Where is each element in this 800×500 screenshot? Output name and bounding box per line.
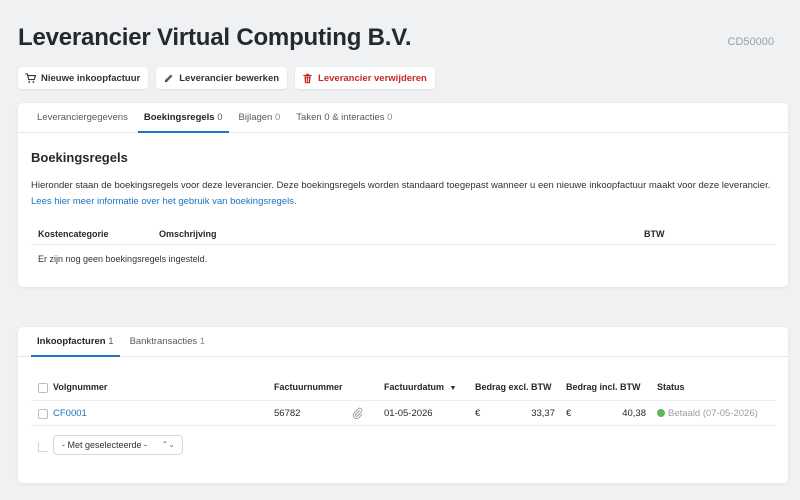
- amount-excl-cell: 33,37: [531, 408, 555, 419]
- column-header-vat: BTW: [644, 229, 665, 239]
- tab-label: Banktransacties: [129, 336, 198, 347]
- column-header-category: Kostencategorie: [38, 229, 109, 239]
- invoice-tabs: Inkoopfacturen 1 Banktransacties 1: [18, 327, 788, 357]
- tab-attachments[interactable]: Bijlagen 0: [231, 103, 289, 132]
- column-header-date[interactable]: Factuurdatum ▼: [384, 382, 456, 392]
- date-header-label: Factuurdatum: [384, 382, 445, 392]
- row-checkbox[interactable]: [38, 409, 48, 419]
- invoice-number-link[interactable]: CF0001: [53, 408, 87, 419]
- edit-supplier-label: Leverancier bewerken: [179, 72, 280, 84]
- paperclip-icon[interactable]: [352, 407, 363, 422]
- column-header-incl: Bedrag incl. BTW: [566, 382, 641, 392]
- tab-count: 0: [274, 112, 281, 123]
- cart-icon: [25, 72, 36, 84]
- column-header-invoice-number: Factuurnummer: [274, 382, 343, 392]
- column-header-excl: Bedrag excl. BTW: [475, 382, 552, 392]
- rules-table-header: Kostencategorie Omschrijving BTW: [31, 221, 776, 245]
- invoices-card: Inkoopfacturen 1 Banktransacties 1 Volgn…: [18, 327, 788, 483]
- section-title: Boekingsregels: [31, 150, 128, 165]
- table-row: CF0001 56782 01-05-2026 € 33,37 € 40,38 …: [31, 401, 776, 426]
- bulk-action-value: - Met geselecteerde -: [62, 440, 148, 450]
- currency-symbol: €: [566, 408, 572, 419]
- invoice-number-cell: 56782: [274, 408, 301, 419]
- currency-symbol: €: [475, 408, 481, 419]
- tab-tasks-interactions[interactable]: Taken 0 & interacties 0: [288, 103, 400, 132]
- tab-label: Bijlagen: [238, 112, 273, 123]
- chevron-updown-icon: ⌃⌄: [161, 440, 175, 449]
- trash-icon: [302, 73, 313, 84]
- tab-count: 0: [387, 112, 393, 123]
- tab-booking-rules[interactable]: Boekingsregels 0: [136, 103, 231, 133]
- invoice-date-cell: 01-05-2026: [384, 408, 433, 419]
- amount-incl-cell: 40,38: [622, 408, 646, 419]
- bulk-indent-marker: [38, 442, 48, 452]
- edit-supplier-button[interactable]: Leverancier bewerken: [156, 67, 288, 89]
- empty-state-message: Er zijn nog geen boekingsregels ingestel…: [38, 254, 208, 264]
- column-header-description: Omschrijving: [159, 229, 217, 239]
- tab-label: Taken 0 & interacties: [296, 112, 385, 123]
- status-text: Betaald (07-05-2026): [668, 408, 758, 419]
- new-invoice-label: Nieuwe inkoopfactuur: [41, 72, 141, 84]
- booking-rules-card: Leveranciergegevens Boekingsregels 0 Bij…: [18, 103, 788, 287]
- description-text: Hieronder staan de boekingsregels voor d…: [31, 180, 771, 191]
- column-header-number: Volgnummer: [53, 382, 108, 392]
- sort-desc-icon: ▼: [449, 385, 457, 392]
- supplier-code: CD50000: [727, 36, 774, 48]
- tab-purchase-invoices[interactable]: Inkoopfacturen 1: [29, 327, 122, 357]
- status-dot-icon: [657, 409, 665, 417]
- tab-label: Leveranciergegevens: [37, 112, 128, 123]
- delete-supplier-button[interactable]: Leverancier verwijderen: [295, 67, 435, 89]
- bulk-action-select[interactable]: - Met geselecteerde - ⌃⌄: [53, 435, 183, 455]
- tab-supplier-details[interactable]: Leveranciergegevens: [29, 103, 136, 132]
- delete-supplier-label: Leverancier verwijderen: [318, 72, 427, 84]
- new-invoice-button[interactable]: Nieuwe inkoopfactuur: [18, 67, 149, 89]
- tab-count: 1: [108, 336, 114, 347]
- toolbar: Nieuwe inkoopfactuur Leverancier bewerke…: [18, 67, 435, 89]
- tab-label: Inkoopfacturen: [37, 336, 106, 347]
- booking-rules-help-link[interactable]: Lees hier meer informatie over het gebru…: [31, 196, 297, 207]
- page-title: Leverancier Virtual Computing B.V.: [18, 24, 412, 51]
- section-description: Hieronder staan de boekingsregels voor d…: [31, 178, 776, 210]
- tab-bank-transactions[interactable]: Banktransacties 1: [122, 327, 214, 356]
- select-all-checkbox[interactable]: [38, 383, 48, 393]
- tab-count: 1: [199, 336, 206, 347]
- tab-count: 0: [217, 112, 223, 123]
- column-header-status: Status: [657, 382, 685, 392]
- pencil-icon: [163, 73, 174, 84]
- supplier-tabs: Leveranciergegevens Boekingsregels 0 Bij…: [18, 103, 788, 133]
- tab-label: Boekingsregels: [143, 112, 215, 123]
- status-badge: Betaald (07-05-2026): [657, 408, 758, 419]
- invoices-table-header: Volgnummer Factuurnummer Factuurdatum ▼ …: [31, 377, 776, 401]
